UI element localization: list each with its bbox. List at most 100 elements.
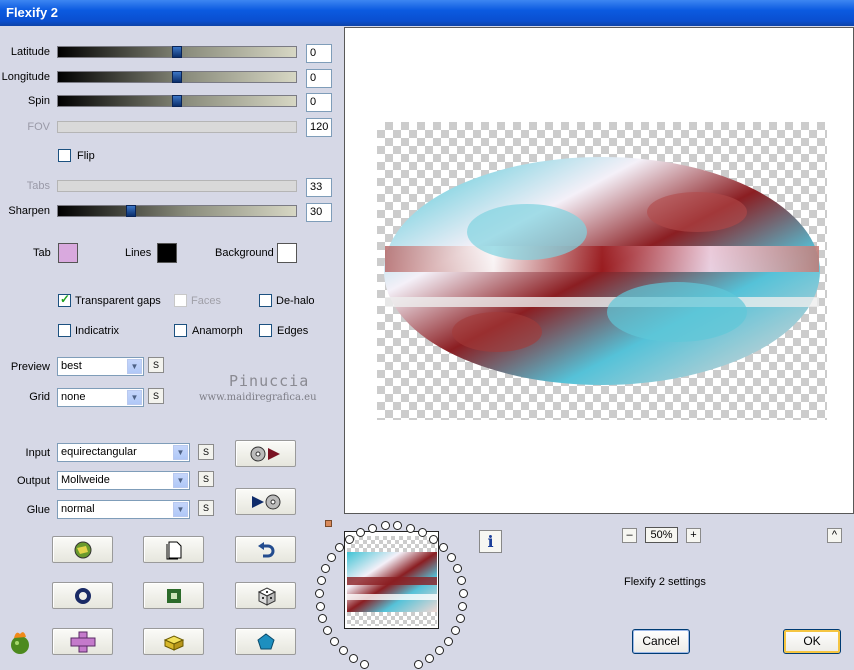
de-halo-checkbox[interactable] [259, 294, 272, 307]
edges-checkbox[interactable] [259, 324, 272, 337]
navigator-thumbnail[interactable] [344, 531, 439, 629]
random-button[interactable] [235, 582, 296, 609]
dial-dot[interactable] [450, 626, 460, 636]
sharpen-field[interactable]: 30 [306, 203, 332, 222]
navigator-handle[interactable] [325, 520, 332, 527]
input-s-button[interactable]: S [198, 444, 214, 460]
zoom-out-button[interactable]: – [622, 528, 637, 543]
chevron-down-icon[interactable]: ▼ [173, 445, 188, 460]
chevron-down-icon[interactable]: ▼ [173, 473, 188, 488]
tabs-slider [57, 180, 297, 192]
dial-dot[interactable] [360, 659, 370, 669]
dial-dot[interactable] [321, 564, 330, 574]
spin-slider-thumb[interactable] [172, 95, 182, 107]
cancel-button[interactable]: Cancel [632, 629, 690, 654]
dial-dot[interactable] [418, 528, 428, 538]
dial-dot[interactable] [455, 614, 465, 624]
dial-dot[interactable] [349, 654, 359, 664]
transparent-gaps-label: Transparent gaps [75, 295, 161, 307]
pentagon-button[interactable] [235, 628, 296, 655]
grid-select[interactable]: none ▼ [57, 388, 144, 407]
transparent-gaps-checkbox[interactable]: ✓ [58, 292, 71, 307]
anamorph-checkbox[interactable] [174, 324, 187, 337]
dial-dot[interactable] [438, 542, 448, 552]
longitude-slider-thumb[interactable] [172, 71, 182, 83]
dial-dot[interactable] [355, 528, 365, 538]
title-bar: Flexify 2 [0, 0, 854, 26]
dial-dot[interactable] [335, 542, 345, 552]
dial-dot[interactable] [315, 601, 325, 611]
glue-select[interactable]: normal ▼ [57, 500, 190, 519]
chevron-down-icon[interactable]: ▼ [127, 390, 142, 405]
cross-cube-icon [70, 631, 95, 652]
latitude-slider-thumb[interactable] [172, 46, 182, 58]
dial-dot[interactable] [413, 659, 423, 669]
zoom-in-button[interactable]: + [686, 528, 701, 543]
dial-dot[interactable] [338, 646, 348, 656]
spin-slider[interactable] [57, 95, 297, 107]
chevron-down-icon[interactable]: ▼ [127, 359, 142, 374]
dial-dot[interactable] [435, 646, 445, 656]
dial-dot[interactable] [327, 552, 337, 562]
grid-s-button[interactable]: S [148, 388, 164, 404]
output-s-button[interactable]: S [198, 471, 214, 487]
ok-button[interactable]: OK [783, 629, 841, 654]
dial-dot[interactable] [429, 534, 439, 544]
dial-dot[interactable] [458, 601, 468, 611]
latitude-slider[interactable] [57, 46, 297, 58]
brick-button[interactable] [143, 628, 204, 655]
scroll-up-button[interactable]: ^ [827, 528, 842, 543]
longitude-slider[interactable] [57, 71, 297, 83]
dial-dot[interactable] [458, 589, 468, 599]
info-button[interactable]: i [479, 530, 502, 553]
dial-dot[interactable] [316, 576, 326, 586]
dial-dot[interactable] [315, 589, 325, 599]
load-preset-button[interactable] [235, 440, 296, 467]
longitude-field[interactable]: 0 [306, 69, 332, 88]
new-document-button[interactable] [143, 536, 204, 563]
preview-select[interactable]: best ▼ [57, 357, 144, 376]
indicatrix-checkbox[interactable] [58, 324, 71, 337]
dial-dot[interactable] [424, 654, 434, 664]
ring-button[interactable] [52, 582, 113, 609]
background-color-swatch[interactable] [277, 243, 297, 263]
dial-dot[interactable] [457, 576, 467, 586]
spin-field[interactable]: 0 [306, 93, 332, 112]
random-map-button[interactable] [52, 536, 113, 563]
sharpen-slider[interactable] [57, 205, 297, 217]
dial-dot[interactable] [446, 552, 456, 562]
chevron-down-icon[interactable]: ▼ [173, 502, 188, 517]
frame-button[interactable] [143, 582, 204, 609]
undo-button[interactable] [235, 536, 296, 563]
preview-image [384, 157, 820, 385]
preview-select-value: best [61, 360, 82, 372]
output-select[interactable]: Mollweide ▼ [57, 471, 190, 490]
tabs-field: 33 [306, 178, 332, 197]
dial-dot[interactable] [323, 626, 333, 636]
preview-s-button[interactable]: S [148, 357, 164, 373]
dial-dot[interactable] [367, 523, 377, 533]
sharpen-slider-thumb[interactable] [126, 205, 136, 217]
dial-dot[interactable] [330, 637, 340, 647]
dial-dot[interactable] [393, 521, 403, 531]
flip-checkbox[interactable] [58, 149, 71, 162]
dial-dot[interactable] [406, 523, 416, 533]
spin-label: Spin [27, 95, 50, 107]
flip-label: Flip [77, 150, 95, 162]
grid-select-value: none [61, 391, 86, 403]
dice-icon [257, 586, 276, 606]
latitude-field[interactable]: 0 [306, 44, 332, 63]
de-halo-label: De-halo [276, 295, 315, 307]
glue-s-button[interactable]: S [198, 500, 214, 516]
lines-color-swatch[interactable] [157, 243, 177, 263]
dial-dot[interactable] [443, 637, 453, 647]
dial-dot[interactable] [380, 521, 390, 531]
save-preset-button[interactable] [235, 488, 296, 515]
input-select[interactable]: equirectangular ▼ [57, 443, 190, 462]
dial-dot[interactable] [344, 534, 354, 544]
dial-dot[interactable] [318, 614, 328, 624]
dial-dot[interactable] [452, 564, 462, 574]
preview-canvas[interactable] [344, 27, 854, 514]
cross-button[interactable] [52, 628, 113, 655]
tab-color-swatch[interactable] [58, 243, 78, 263]
